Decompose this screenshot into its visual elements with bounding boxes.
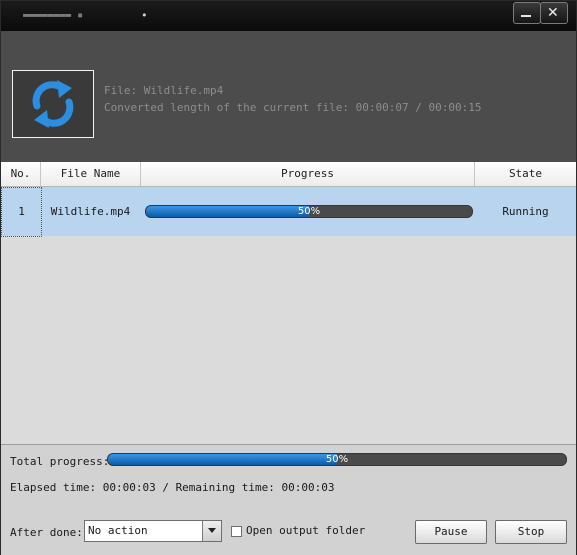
window-title-dot: •	[141, 9, 148, 22]
current-file-name: File: Wildlife.mp4	[104, 84, 224, 97]
current-file-info-panel: File: Wildlife.mp4 Converted length of t…	[1, 31, 576, 162]
row-state: Running	[502, 205, 549, 218]
stop-button[interactable]: Stop	[495, 520, 567, 544]
chevron-down-icon	[208, 528, 216, 533]
row-number-cell: 1	[1, 187, 42, 237]
conversion-table: No. File Name Progress State 1 Wildlife.…	[1, 162, 576, 444]
elapsed-remaining-time: Elapsed time: 00:00:03 / Remaining time:…	[10, 481, 335, 494]
column-header-progress[interactable]: Progress	[141, 162, 475, 186]
column-header-file-name[interactable]: File Name	[41, 162, 141, 186]
convert-arrows-icon	[32, 80, 74, 128]
converted-length: Converted length of the current file: 00…	[104, 101, 482, 114]
open-output-folder-label[interactable]: Open output folder	[246, 524, 365, 537]
total-progress-label: Total progress:	[10, 455, 110, 468]
after-done-value: No action	[88, 524, 148, 537]
minimize-button[interactable]	[513, 2, 541, 24]
dropdown-button[interactable]	[202, 521, 221, 541]
file-thumbnail	[12, 70, 94, 138]
footer-panel: Total progress: 50% Elapsed time: 00:00:…	[1, 444, 576, 555]
total-progress-text: 50%	[325, 454, 349, 465]
row-progress-bar: 50%	[145, 205, 473, 218]
row-file-name: Wildlife.mp4	[50, 205, 131, 218]
minimize-icon	[521, 15, 531, 17]
close-button[interactable]: ✕	[540, 2, 568, 24]
title-bar[interactable]: ▬▬▬▬▬▬▬▬ ▪ • ✕	[1, 1, 576, 31]
conversion-window: ▬▬▬▬▬▬▬▬ ▪ • ✕ File: Wildlife.mp4 Conver…	[0, 0, 577, 555]
column-header-state[interactable]: State	[475, 162, 576, 186]
table-row[interactable]: 1 Wildlife.mp4 50% Running	[1, 187, 576, 237]
column-header-no[interactable]: No.	[1, 162, 41, 186]
open-output-folder-checkbox[interactable]	[231, 526, 242, 537]
total-progress-bar: 50%	[107, 453, 567, 466]
row-progress-text: 50%	[297, 206, 321, 217]
after-done-label: After done:	[10, 526, 83, 539]
pause-button[interactable]: Pause	[415, 520, 487, 544]
close-icon: ✕	[547, 5, 559, 21]
after-done-select[interactable]: No action	[84, 520, 222, 542]
window-title-text: ▬▬▬▬▬▬▬▬ ▪	[23, 10, 84, 21]
table-header: No. File Name Progress State	[1, 162, 576, 187]
